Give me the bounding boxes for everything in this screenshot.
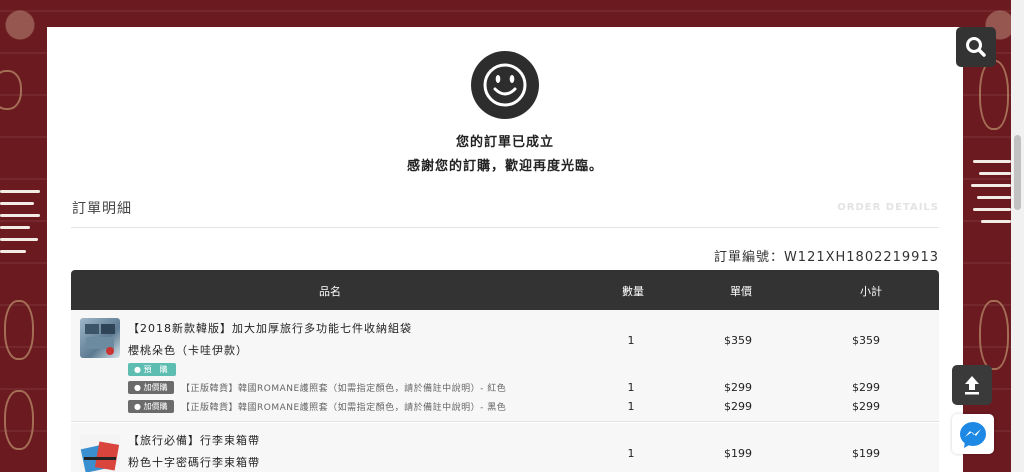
product-variant: 櫻桃朵色（卡哇伊款） — [128, 344, 248, 357]
table-row: 【2018新款韓版】加大加厚旅行多功能七件收納組袋 櫻桃朵色（卡哇伊款） 1 $… — [71, 310, 939, 422]
addon-badge: ● 加價購 — [128, 381, 174, 394]
addon-subtotal: $299 — [852, 381, 880, 394]
header-qty: 數量 — [622, 285, 644, 298]
section-title: 訂單明細 — [72, 201, 132, 217]
addon-item-text: 【正版韓貨】韓國ROMANE護照套（如需指定顏色，請於備註中說明）- 黑色 — [181, 403, 507, 413]
search-icon — [966, 37, 986, 57]
search-button[interactable] — [956, 27, 996, 67]
header-product: 品名 — [319, 285, 341, 298]
page-scrollbar[interactable] — [1011, 0, 1024, 472]
product-name-link[interactable]: 【旅行必備】行李束箱帶 — [128, 432, 260, 448]
header-price: 單價 — [730, 285, 752, 298]
table-row: 【旅行必備】行李束箱帶 粉色十字密碼行李束箱帶 1 $199 $199 — [71, 423, 939, 472]
addon-subtotal: $299 — [852, 400, 880, 413]
messenger-icon — [960, 422, 986, 448]
preorder-badge: ● 預 購 — [128, 363, 176, 376]
scrollbar-thumb[interactable] — [1014, 135, 1021, 210]
addon-badge: ● 加價購 — [128, 400, 174, 413]
section-divider — [71, 227, 939, 228]
order-success-subtitle: 感謝您的訂購，歡迎再度光臨。 — [406, 159, 603, 174]
messenger-button[interactable] — [952, 414, 994, 454]
product-variant: 粉色十字密碼行李束箱帶 — [128, 456, 260, 469]
order-number: 訂單編號：W121XH1802219913 — [713, 250, 939, 265]
section-title-en: ORDER DETAILS — [837, 202, 939, 213]
order-success-title: 您的訂單已成立 — [455, 135, 554, 150]
product-thumbnail[interactable] — [80, 435, 120, 472]
addon-item-text: 【正版韓貨】韓國ROMANE護照套（如需指定顏色，請於備註中說明）- 紅色 — [181, 384, 507, 394]
left-decoration — [0, 0, 46, 472]
row-qty: 1 — [627, 334, 635, 347]
row-qty: 1 — [627, 447, 635, 460]
row-price: $359 — [724, 334, 752, 347]
back-to-top-button[interactable] — [952, 365, 992, 405]
product-name-link[interactable]: 【2018新款韓版】加大加厚旅行多功能七件收納組袋 — [128, 320, 412, 336]
arrow-up-icon — [965, 376, 979, 395]
row-price: $199 — [724, 447, 752, 460]
addon-price: $299 — [724, 400, 752, 413]
product-thumbnail[interactable] — [80, 318, 120, 358]
smile-icon — [471, 51, 539, 119]
table-header: 品名 數量 單價 小計 — [71, 270, 939, 310]
row-subtotal: $199 — [852, 447, 880, 460]
order-table: 品名 數量 單價 小計 【2018新款韓版】加大加厚旅行多功能七件收納組袋 櫻桃… — [71, 270, 939, 472]
header-subtotal: 小計 — [860, 285, 882, 298]
order-complete-panel: 您的訂單已成立 感謝您的訂購，歡迎再度光臨。 訂單明細 ORDER DETAIL… — [47, 27, 963, 472]
addon-qty: 1 — [627, 400, 635, 413]
row-subtotal: $359 — [852, 334, 880, 347]
addon-price: $299 — [724, 381, 752, 394]
addon-qty: 1 — [627, 381, 635, 394]
